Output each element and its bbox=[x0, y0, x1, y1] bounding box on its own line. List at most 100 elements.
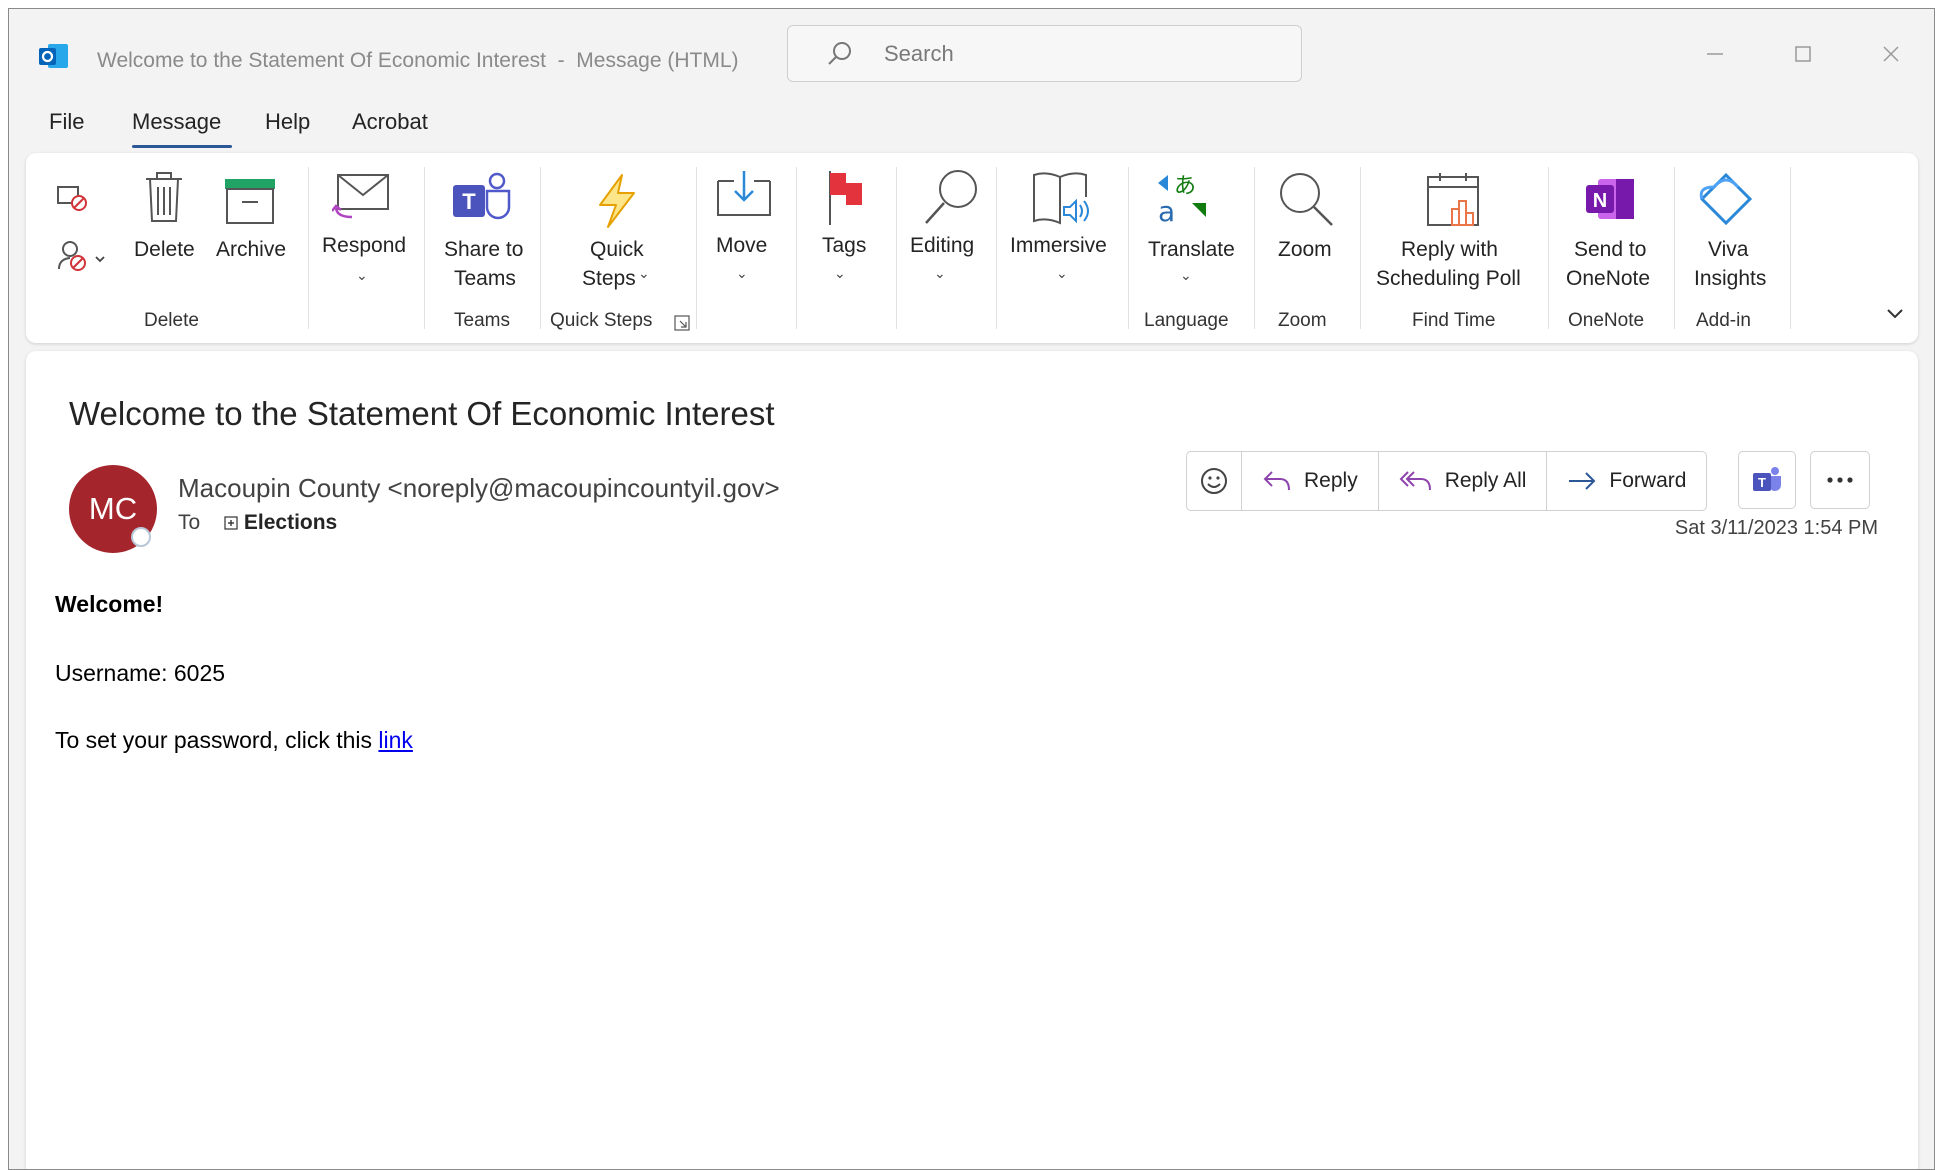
reply-icon bbox=[1263, 471, 1290, 491]
forward-button[interactable]: Forward bbox=[1546, 452, 1706, 510]
onenote-icon: N bbox=[1584, 177, 1636, 226]
group-teams-label: Teams bbox=[454, 310, 510, 331]
sender[interactable]: Macoupin County <noreply@macoupincountyi… bbox=[178, 473, 780, 504]
ignore-icon[interactable] bbox=[56, 183, 90, 218]
ribbon-separator bbox=[1254, 167, 1255, 329]
share-to-teams-button[interactable]: T bbox=[1738, 451, 1796, 509]
username-line: Username: 6025 bbox=[55, 660, 226, 686]
search-box[interactable]: Search bbox=[787, 25, 1302, 82]
message-pane: Welcome to the Statement Of Economic Int… bbox=[26, 351, 1918, 1169]
ribbon-separator bbox=[308, 167, 309, 329]
ribbon-separator bbox=[540, 167, 541, 329]
reaction-button[interactable] bbox=[1187, 452, 1241, 510]
presence-indicator bbox=[131, 527, 151, 547]
close-icon bbox=[1883, 46, 1899, 62]
ribbon-separator bbox=[796, 167, 797, 329]
reply-poll-label-2: Scheduling Poll bbox=[1376, 267, 1521, 290]
tags-label: Tags bbox=[822, 234, 867, 257]
maximize-button[interactable] bbox=[1773, 34, 1833, 74]
recipient-elections[interactable]: Elections bbox=[244, 511, 337, 534]
svg-text:N: N bbox=[1593, 190, 1607, 212]
send-onenote-label-2: OneNote bbox=[1566, 267, 1651, 290]
svg-text:T: T bbox=[1758, 475, 1766, 490]
ribbon-separator bbox=[896, 167, 897, 329]
outlook-message-window: Welcome to the Statement Of Economic Int… bbox=[8, 8, 1935, 1170]
move-label: Move bbox=[716, 234, 768, 257]
block-sender-icon[interactable] bbox=[56, 239, 108, 278]
close-button[interactable] bbox=[1861, 34, 1921, 74]
maximize-icon bbox=[1795, 46, 1811, 62]
respond-icon bbox=[331, 171, 390, 228]
translate-icon: あa bbox=[1156, 171, 1212, 232]
group-onenote-label: OneNote bbox=[1568, 310, 1645, 331]
reply-poll-label-1: Reply with bbox=[1401, 238, 1498, 261]
move-icon bbox=[716, 171, 772, 224]
viva-insights-icon bbox=[1696, 169, 1756, 232]
more-options-icon bbox=[1827, 477, 1853, 483]
chevron-down-icon: ⌄ bbox=[834, 265, 846, 281]
group-language-label: Language bbox=[1144, 310, 1229, 331]
window-title: Welcome to the Statement Of Economic Int… bbox=[97, 49, 739, 72]
ribbon-separator bbox=[996, 167, 997, 329]
flag-icon bbox=[826, 169, 866, 232]
to-label: To bbox=[178, 511, 201, 534]
quick-steps-label-2: Steps bbox=[582, 267, 636, 290]
recipients-line: To Elections bbox=[178, 511, 337, 535]
tab-file[interactable]: File bbox=[49, 109, 84, 135]
chevron-down-icon: ⌄ bbox=[1056, 265, 1068, 281]
trash-icon bbox=[144, 171, 184, 228]
ribbon-separator bbox=[1360, 167, 1361, 329]
search-icon bbox=[828, 42, 851, 65]
message-subject: Welcome to the Statement Of Economic Int… bbox=[69, 395, 775, 432]
outlook-app-icon bbox=[39, 41, 69, 71]
tab-help[interactable]: Help bbox=[265, 109, 310, 135]
archive-label: Archive bbox=[216, 238, 287, 261]
zoom-icon bbox=[1276, 169, 1336, 234]
expand-group-icon[interactable] bbox=[224, 511, 244, 534]
quick-steps-label-1: Quick bbox=[590, 238, 644, 261]
more-actions-button[interactable] bbox=[1810, 451, 1870, 509]
delete-label: Delete bbox=[134, 238, 195, 261]
viva-label-1: Viva bbox=[1708, 238, 1749, 261]
chevron-down-icon: ⌄ bbox=[638, 265, 650, 281]
teams-icon: T bbox=[451, 171, 515, 230]
password-text: To set your password, click this bbox=[55, 727, 379, 753]
title-bar: Welcome to the Statement Of Economic Int… bbox=[9, 9, 1934, 99]
immersive-reader-icon bbox=[1032, 171, 1094, 232]
ribbon-separator bbox=[1674, 167, 1675, 329]
translate-label: Translate bbox=[1148, 238, 1235, 261]
reply-label: Reply bbox=[1304, 469, 1358, 492]
minimize-button[interactable] bbox=[1685, 34, 1745, 74]
group-quick-steps-label: Quick Steps bbox=[550, 310, 653, 331]
message-date: Sat 3/11/2023 1:54 PM bbox=[1674, 517, 1878, 539]
respond-label: Respond bbox=[322, 234, 407, 257]
forward-icon bbox=[1569, 472, 1596, 490]
minimize-icon bbox=[1707, 53, 1723, 55]
message-body: Welcome! Username: 6025 To set your pass… bbox=[55, 591, 413, 754]
tab-acrobat[interactable]: Acrobat bbox=[352, 109, 428, 135]
chevron-down-icon: ⌄ bbox=[736, 265, 748, 281]
tab-message[interactable]: Message bbox=[132, 109, 221, 135]
chevron-down-icon: ⌄ bbox=[934, 265, 946, 281]
ribbon-separator bbox=[696, 167, 697, 329]
reply-all-label: Reply All bbox=[1444, 469, 1527, 492]
reply-all-button[interactable]: Reply All bbox=[1377, 452, 1547, 510]
svg-text:あ: あ bbox=[1174, 174, 1196, 199]
ribbon-expand-icon[interactable] bbox=[1886, 307, 1904, 326]
dialog-launcher-icon[interactable] bbox=[674, 315, 690, 336]
immersive-label: Immersive bbox=[1010, 234, 1107, 257]
reply-button[interactable]: Reply bbox=[1241, 452, 1378, 510]
zoom-label: Zoom bbox=[1278, 238, 1332, 261]
viva-label-2: Insights bbox=[1694, 267, 1767, 290]
set-password-link[interactable]: link bbox=[378, 727, 413, 753]
archive-icon bbox=[224, 178, 276, 229]
chevron-down-icon: ⌄ bbox=[356, 267, 368, 283]
find-icon bbox=[922, 167, 982, 232]
share-teams-label-1: Share to bbox=[444, 238, 524, 261]
ribbon-separator bbox=[1128, 167, 1129, 329]
smiley-icon bbox=[1201, 468, 1227, 494]
message-actions: Reply Reply All Forward bbox=[1186, 451, 1708, 511]
scheduling-poll-icon bbox=[1426, 171, 1484, 234]
ribbon-separator bbox=[1790, 167, 1791, 329]
active-tab-indicator bbox=[132, 145, 232, 148]
